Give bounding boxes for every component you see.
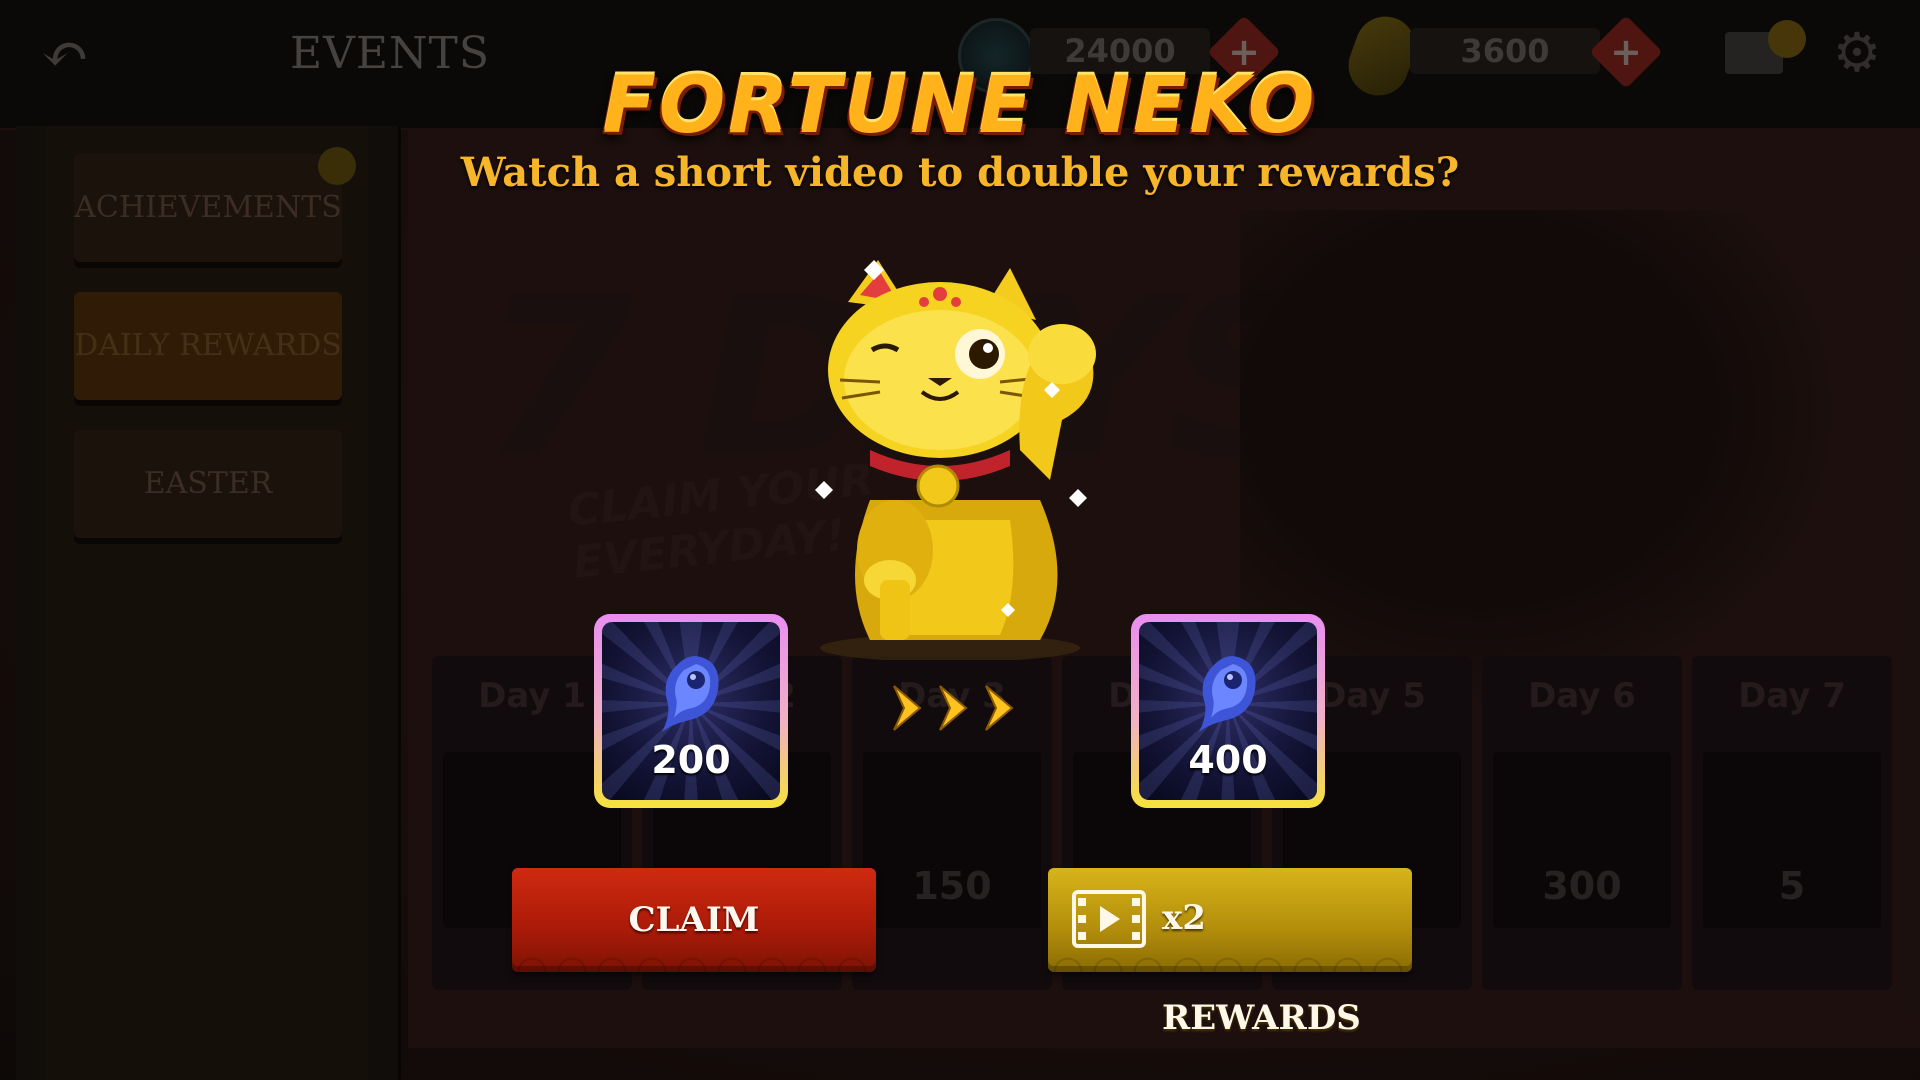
blue-soul-icon [662, 656, 719, 732]
reward-after-value: 400 [1188, 738, 1268, 782]
popup-subtitle: Watch a short video to double your rewar… [460, 149, 1460, 196]
reward-before-value: 200 [651, 738, 731, 782]
maneki-neko-icon [800, 250, 1120, 662]
blue-soul-icon [1199, 656, 1256, 732]
claim-button[interactable]: CLAIM [512, 868, 876, 972]
triple-chevron-right-icon [893, 685, 1014, 731]
x2-rewards-button[interactable]: x2 REWARDS [1048, 868, 1412, 1038]
popup-title: FORTUNE NEKO [602, 61, 1318, 151]
reward-after: 400 [1131, 614, 1325, 808]
reward-before: 200 [594, 614, 788, 808]
